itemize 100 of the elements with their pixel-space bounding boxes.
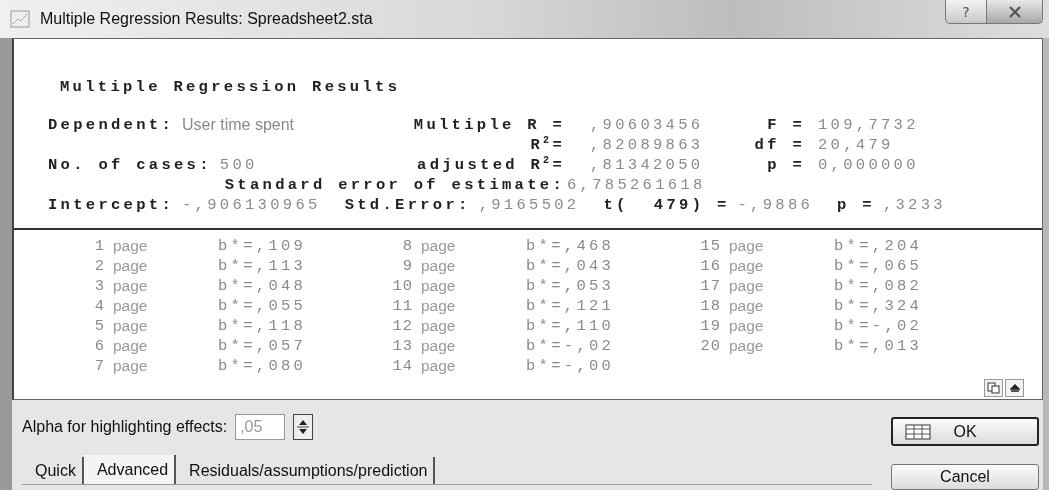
stat-value: b*=,204 xyxy=(834,236,923,256)
coefficient-number: 14 xyxy=(391,357,413,375)
coefficient-number: 3 xyxy=(93,277,105,295)
stat-value: -,906130965 xyxy=(182,195,321,215)
coefficient-number: 18 xyxy=(699,297,721,315)
tab[interactable]: Advanced xyxy=(83,455,177,484)
stat-value: b*=,055 xyxy=(218,296,307,316)
coefficient-number: 2 xyxy=(93,257,105,275)
coefficient-number: 8 xyxy=(401,237,413,255)
coefficient-name: page xyxy=(112,297,149,315)
stat-value: b*=-,02 xyxy=(526,336,615,356)
coefficient-number: 1 xyxy=(93,237,105,255)
coefficient-name: page xyxy=(420,337,457,355)
coefficient-name: page xyxy=(728,337,765,355)
stat-value: b*=,110 xyxy=(526,316,615,336)
stat-value: b*=,113 xyxy=(218,256,307,276)
coefficient-number: 11 xyxy=(391,297,413,315)
stat-label: Std.Error: xyxy=(344,195,471,215)
stat-value: b*=,121 xyxy=(526,296,615,316)
stat-value: ,82089863 xyxy=(590,135,705,155)
stat-value: b*=,080 xyxy=(218,356,307,376)
stat-value: 6,785261618 xyxy=(567,176,706,194)
stat-value: User time spent xyxy=(182,115,295,135)
stat-value: b*=,109 xyxy=(218,236,307,256)
coefficient-number: 13 xyxy=(391,337,413,355)
results-heading: Multiple Regression Results xyxy=(59,77,402,97)
coefficient-name: page xyxy=(112,317,149,335)
stat-label: Intercept: xyxy=(48,195,174,215)
coefficient-name: page xyxy=(728,317,765,335)
stat-label: Multiple R = xyxy=(413,115,565,135)
copy-button[interactable] xyxy=(984,379,1003,397)
stat-value: b*=,118 xyxy=(218,316,307,336)
coefficient-name: page xyxy=(112,277,149,295)
stat-value: -,9886 xyxy=(737,195,814,215)
spinner-icon[interactable] xyxy=(293,414,314,440)
tab[interactable]: Residuals/assumptions/prediction xyxy=(176,457,436,484)
coefficient-name: page xyxy=(420,277,457,295)
coefficient-name: page xyxy=(420,237,457,255)
stat-label: p = xyxy=(837,195,875,215)
coefficient-number: 20 xyxy=(699,337,721,355)
stat-value: b*=-,00 xyxy=(526,356,615,376)
stat-value: b*=,468 xyxy=(526,236,615,256)
coefficient-number: 16 xyxy=(699,257,721,275)
stat-value: b*=,324 xyxy=(834,296,923,316)
coefficient-number: 15 xyxy=(699,237,721,255)
coefficient-number: 7 xyxy=(93,357,105,375)
stat-value: ,90603456 xyxy=(590,115,705,135)
stat-label: t( 479) = xyxy=(603,195,730,215)
stat-value: 500 xyxy=(219,155,258,175)
stat-label: p = xyxy=(767,155,805,175)
stat-label: Standard error of estimate: xyxy=(224,176,565,194)
coefficient-number: 6 xyxy=(93,337,105,355)
stat-value: b*=,048 xyxy=(218,276,307,296)
coefficient-name: page xyxy=(420,317,457,335)
coefficient-name: page xyxy=(728,297,765,315)
coefficient-number: 10 xyxy=(391,277,413,295)
stat-value: ,81342050 xyxy=(590,155,705,175)
stat-label: Dependent: xyxy=(48,115,174,135)
coefficient-name: page xyxy=(112,257,149,275)
grid-icon xyxy=(905,424,931,440)
stat-label: adjusted R$^{2}$= xyxy=(417,155,565,175)
close-button[interactable] xyxy=(987,0,1043,24)
coefficient-name: page xyxy=(420,257,457,275)
stat-value: b*=,082 xyxy=(834,276,923,296)
coefficient-number: 19 xyxy=(699,317,721,335)
coefficient-name: page xyxy=(728,277,765,295)
coefficient-name: page xyxy=(112,237,149,255)
ok-button[interactable]: OK xyxy=(891,417,1039,446)
stat-label: df = xyxy=(754,135,805,155)
stat-value: b*=,057 xyxy=(218,336,307,356)
stat-label: F = xyxy=(767,115,805,135)
cancel-button[interactable]: Cancel xyxy=(891,464,1039,490)
coefficient-name: page xyxy=(420,297,457,315)
coefficient-name: page xyxy=(112,357,149,375)
coefficient-number: 17 xyxy=(699,277,721,295)
stat-label: No. of cases: xyxy=(48,155,212,175)
close-icon xyxy=(1007,5,1022,18)
stat-value: 109,7732 xyxy=(818,115,920,135)
copy-icon xyxy=(987,382,1000,394)
stat-value: 20,479 xyxy=(818,135,895,155)
coefficient-number: 9 xyxy=(401,257,413,275)
stat-value: b*=,043 xyxy=(526,256,615,276)
coefficient-name: page xyxy=(728,257,765,275)
stat-label: R$^{2}$= xyxy=(530,135,565,155)
stat-value: b*=,013 xyxy=(834,336,923,356)
coefficient-number: 4 xyxy=(93,297,105,315)
stat-value: 0,000000 xyxy=(818,155,920,175)
coefficient-name: page xyxy=(112,337,149,355)
window-title: Multiple Regression Results: Spreadsheet2.sta xyxy=(40,10,373,28)
up-arrow-icon xyxy=(1009,383,1020,393)
alpha-label: Alpha for highlighting effects: xyxy=(22,418,228,436)
coefficient-name: page xyxy=(420,357,457,375)
stat-value: ,3233 xyxy=(882,195,946,215)
coefficient-number: 5 xyxy=(93,317,105,335)
scroll-up-button[interactable] xyxy=(1005,379,1024,397)
chart-icon xyxy=(10,10,30,28)
coefficient-number: 12 xyxy=(391,317,413,335)
help-button[interactable]: ? xyxy=(945,0,987,24)
stat-value: ,9165502 xyxy=(478,195,580,215)
stat-value: b*=,053 xyxy=(526,276,615,296)
